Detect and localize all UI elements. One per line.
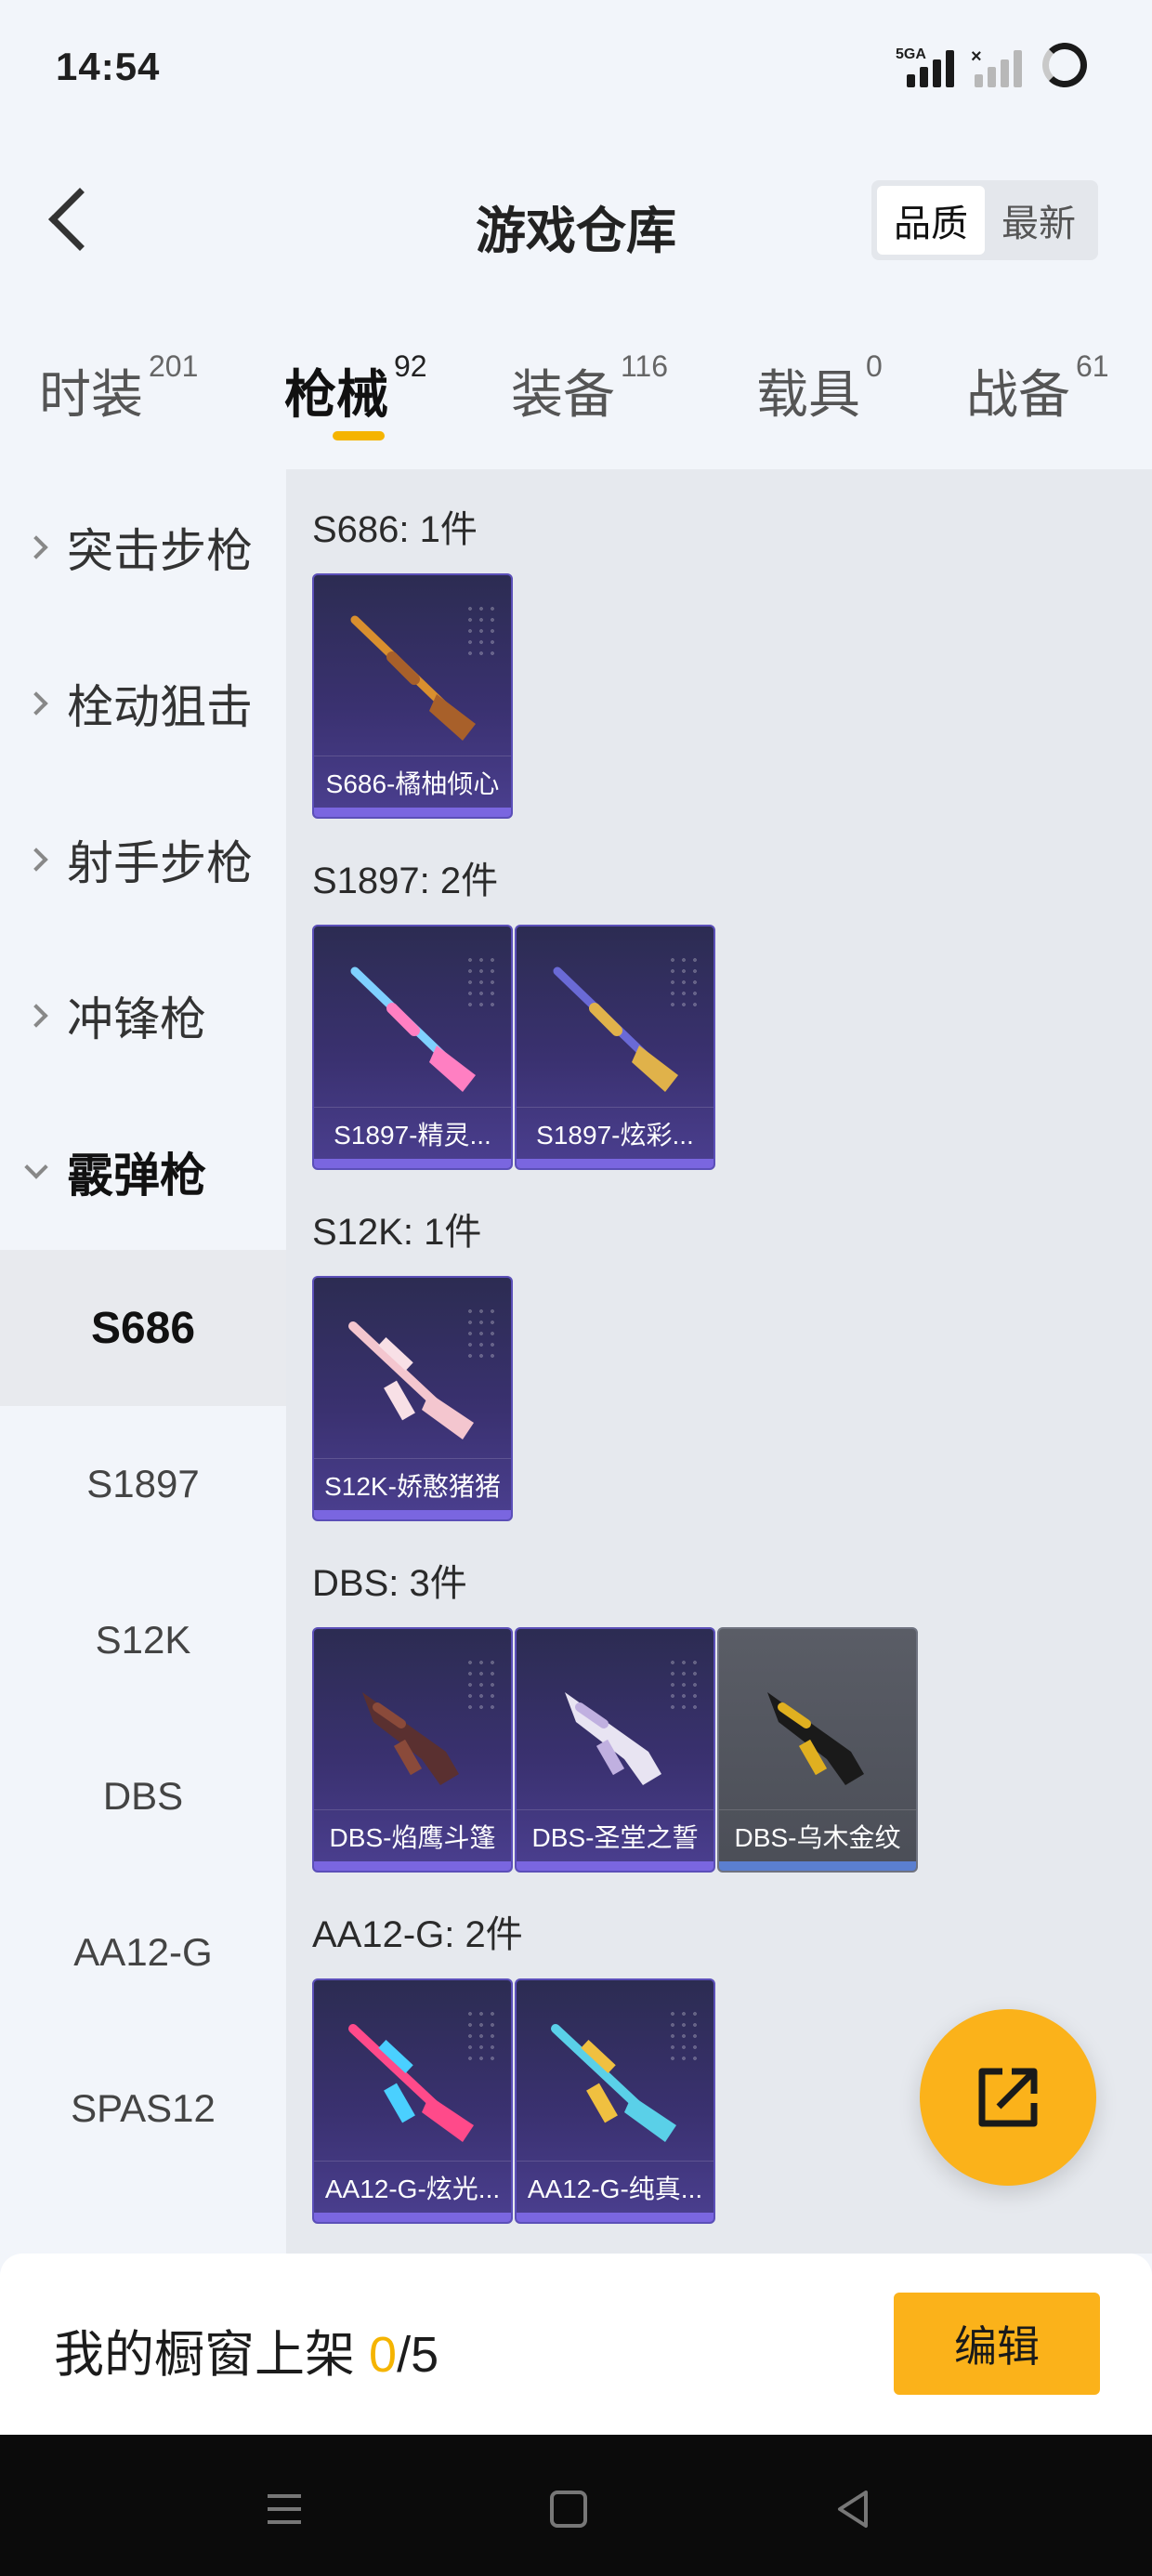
tab-equipment[interactable]: 装备 116 [511, 349, 668, 428]
tab-outfits[interactable]: 时装 201 [39, 349, 198, 428]
sidebar-item-spas12[interactable]: SPAS12 [0, 2031, 286, 2187]
tab-count: 61 [1076, 349, 1109, 383]
sidebar-item-s12k[interactable]: S12K [0, 1562, 286, 1718]
back-nav-button[interactable] [825, 2481, 881, 2537]
sort-option-newest[interactable]: 最新 [985, 186, 1093, 255]
sort-option-quality[interactable]: 品质 [877, 186, 985, 255]
edit-button[interactable]: 编辑 [894, 2293, 1100, 2395]
dbs-icon [767, 1692, 864, 1785]
item-name: DBS-乌木金纹 [719, 1809, 916, 1861]
item-card[interactable]: DBS-焰鹰斗篷 [312, 1627, 513, 1873]
menu-nav-button[interactable] [256, 2481, 312, 2537]
item-card[interactable]: S1897-精灵... [312, 925, 513, 1170]
system-nav-bar [0, 2435, 1152, 2576]
chevron-down-icon [24, 1155, 48, 1179]
item-name: DBS-圣堂之誓 [517, 1809, 713, 1861]
home-square-icon [550, 2491, 587, 2528]
tab-combat-gear[interactable]: 战备 61 [966, 349, 1109, 428]
item-name: S12K-娇憨猪猪 [314, 1458, 511, 1510]
tab-count: 201 [149, 349, 199, 383]
rifle-icon [348, 2024, 474, 2142]
share-button[interactable] [920, 2009, 1096, 2186]
status-icons: 5GA × [896, 43, 1087, 87]
rifle-icon [551, 2024, 676, 2142]
sidebar: 突击步枪 栓动狙击 射手步枪 冲锋枪 霰弹枪 S686 S1897 S12K D… [0, 469, 286, 2254]
signal-no-service-icon: × [971, 46, 1022, 87]
status-time: 14:54 [56, 45, 161, 88]
item-card[interactable]: DBS-圣堂之誓 [515, 1627, 715, 1873]
item-name: S1897-炫彩... [517, 1107, 713, 1159]
sidebar-category-shotgun[interactable]: 霰弹枪 [0, 1094, 286, 1250]
bottom-action-bar: 我的橱窗上架 0/5 编辑 [0, 2254, 1152, 2435]
sidebar-item-dbs[interactable]: DBS [0, 1718, 286, 1874]
sidebar-item-s686[interactable]: S686 [0, 1250, 286, 1406]
rifle-icon [348, 1321, 474, 1439]
share-icon [978, 2068, 1038, 2127]
item-card[interactable]: AA12-G-炫光... [312, 1978, 513, 2224]
shotgun-icon [553, 966, 678, 1092]
showcase-total: /5 [397, 2327, 439, 2383]
group-title-s686: S686: 1件 [312, 509, 478, 550]
group-title-s12k: S12K: 1件 [312, 1212, 482, 1253]
item-name: S686-橘柚倾心 [314, 756, 511, 808]
home-nav-button[interactable] [541, 2481, 596, 2537]
item-name: AA12-G-纯真... [517, 2161, 713, 2213]
battery-icon [1042, 43, 1087, 87]
sort-toggle: 品质 最新 [871, 180, 1098, 260]
dbs-icon [565, 1692, 661, 1785]
chevron-right-icon [24, 1004, 48, 1028]
sidebar-category-bolt-sniper[interactable]: 栓动狙击 [0, 625, 286, 782]
showcase-status: 我的橱窗上架 0/5 [54, 2327, 439, 2383]
chevron-right-icon [24, 535, 48, 559]
item-name: AA12-G-炫光... [314, 2161, 511, 2213]
tab-vehicles[interactable]: 载具 0 [756, 349, 883, 428]
header: 游戏仓库 品质 最新 [0, 139, 1152, 307]
menu-icon [268, 2494, 301, 2524]
sidebar-item-aa12g[interactable]: AA12-G [0, 1874, 286, 2031]
item-name: DBS-焰鹰斗篷 [314, 1809, 511, 1861]
tab-firearms[interactable]: 枪械 92 [284, 349, 427, 428]
weapon-grid: S686: 1件 S686-橘柚倾心 S1897: 2件 S1897-精灵...… [286, 469, 1152, 2254]
status-bar: 14:54 5GA × [0, 0, 1152, 139]
tab-count: 92 [394, 349, 427, 383]
signal-5g-icon: 5GA [896, 46, 954, 87]
item-name: S1897-精灵... [314, 1107, 511, 1159]
group-title-dbs: DBS: 3件 [312, 1563, 467, 1604]
chevron-right-icon [24, 691, 48, 716]
item-card[interactable]: S12K-娇憨猪猪 [312, 1276, 513, 1521]
sidebar-item-s1897[interactable]: S1897 [0, 1406, 286, 1562]
item-card[interactable]: AA12-G-纯真... [515, 1978, 715, 2224]
group-title-s1897: S1897: 2件 [312, 861, 499, 901]
sidebar-category-marksman-rifle[interactable]: 射手步枪 [0, 782, 286, 938]
group-title-aa12g: AA12-G: 2件 [312, 1914, 523, 1955]
sidebar-category-smg[interactable]: 冲锋枪 [0, 938, 286, 1094]
item-card[interactable]: DBS-乌木金纹 [717, 1627, 918, 1873]
tab-count: 116 [621, 349, 669, 383]
showcase-count: 0 [369, 2327, 398, 2383]
dbs-icon [362, 1692, 459, 1785]
category-tabs: 时装 201 枪械 92 装备 116 载具 0 战备 61 [0, 344, 1152, 465]
item-card[interactable]: S1897-炫彩... [515, 925, 715, 1170]
back-triangle-icon [838, 2491, 868, 2528]
chevron-right-icon [24, 848, 48, 872]
shotgun-icon [350, 966, 476, 1092]
item-card[interactable]: S686-橘柚倾心 [312, 573, 513, 819]
network-label: 5GA [896, 46, 926, 62]
shotgun-icon [350, 615, 476, 741]
active-tab-indicator [333, 431, 385, 440]
tab-count: 0 [866, 349, 883, 383]
sidebar-category-assault-rifle[interactable]: 突击步枪 [0, 469, 286, 625]
